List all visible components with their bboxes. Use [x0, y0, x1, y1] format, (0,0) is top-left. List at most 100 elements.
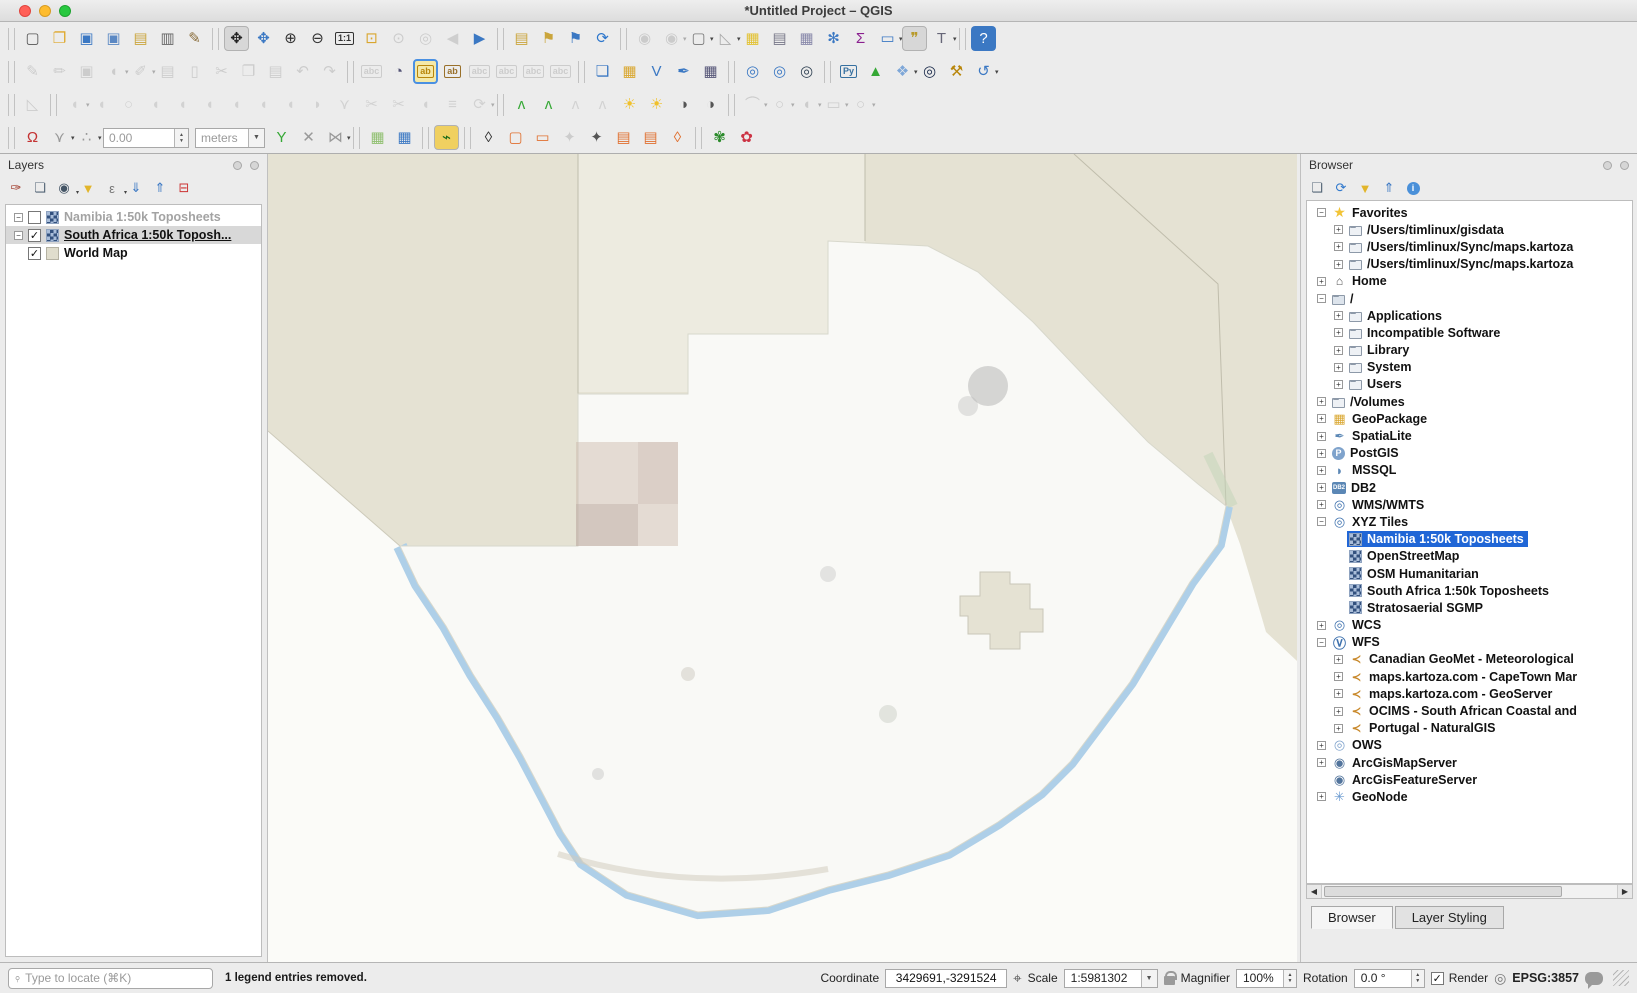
rotate-point-symbols-button[interactable]: ⟳▾ [467, 92, 492, 117]
map-tips-button[interactable]: ❞ [902, 26, 927, 51]
topological-editing-button[interactable]: ⋎▾ [47, 125, 72, 150]
undo-redo-panel-dropdown-arrow[interactable]: ▾ [995, 68, 1003, 76]
layer-visibility-checkbox[interactable] [28, 211, 41, 224]
change-label-button[interactable]: abc [548, 59, 573, 84]
virtual-layer-tools-button[interactable]: ❖▾ [890, 59, 915, 84]
zoom-window-button[interactable] [59, 5, 71, 17]
scroll-right-arrow[interactable]: ▶ [1617, 885, 1632, 898]
browser-item-home[interactable]: +Home [1307, 273, 1632, 290]
browser-item-stratosaerial-sgmp[interactable]: Stratosaerial SGMP [1307, 599, 1632, 616]
show-layout-manager-button[interactable]: ▥ [155, 26, 180, 51]
statistical-summary-button[interactable]: Σ [848, 26, 873, 51]
draw-regular-polygon-button[interactable]: ○▾ [848, 92, 873, 117]
browser-item-users-timlinux-sync-maps-kartoza[interactable]: +/Users/timlinux/Sync/maps.kartoza [1307, 256, 1632, 273]
merge-features-button[interactable]: ✂ [386, 92, 411, 117]
bug-plugin-button[interactable]: ✿ [734, 125, 759, 150]
full-stretch-gray-button[interactable]: ʌ [590, 92, 615, 117]
layer-item-south-africa-1-50k-toposh[interactable]: −✓South Africa 1:50k Toposh... [6, 226, 261, 244]
scale-tool-button[interactable]: ◺ [20, 92, 45, 117]
expander[interactable]: + [1334, 707, 1343, 716]
scroll-left-arrow[interactable]: ◀ [1307, 885, 1322, 898]
expander[interactable]: − [1317, 208, 1326, 217]
locate-input[interactable] [25, 971, 185, 985]
browser-item-namibia-1-50k-toposheets[interactable]: Namibia 1:50k Toposheets [1307, 531, 1632, 548]
new-virtual-layer-button[interactable]: ▦ [698, 59, 723, 84]
browser-item-geopackage[interactable]: +GeoPackage [1307, 410, 1632, 427]
python-console-button[interactable]: Py [836, 59, 861, 84]
rotation-field[interactable]: 0.0 ° ▲▼ [1354, 969, 1425, 988]
pan-to-selection-button[interactable]: ✥ [251, 26, 276, 51]
run-feature-action-button[interactable]: ◉▾ [659, 26, 684, 51]
delete-part-button[interactable]: ◖ [251, 92, 276, 117]
expander[interactable]: + [1317, 621, 1326, 630]
layout-extent-button[interactable]: ▭ [530, 125, 555, 150]
expander[interactable]: + [1334, 260, 1343, 269]
render-checkbox[interactable]: ✓ [1431, 972, 1444, 985]
layers-panel-close-button[interactable] [250, 161, 259, 170]
draw-rectangle-button[interactable]: ▭▾ [821, 92, 846, 117]
browser-item-volumes[interactable]: +/Volumes [1307, 393, 1632, 410]
browser-item-ocims-south-african-coastal-and[interactable]: +OCIMS - South African Coastal and [1307, 702, 1632, 719]
lock-scale-icon[interactable] [1164, 976, 1175, 985]
select-by-value-button[interactable]: ▦ [740, 26, 765, 51]
browser-item-library[interactable]: +Library [1307, 342, 1632, 359]
browser-item-arcgismapserver[interactable]: +ArcGisMapServer [1307, 754, 1632, 771]
undo-redo-panel-button[interactable]: ↺▾ [971, 59, 996, 84]
highlight-pinned-labels-button[interactable]: abc [467, 59, 492, 84]
browser-item-south-africa-1-50k-toposheets[interactable]: South Africa 1:50k Toposheets [1307, 582, 1632, 599]
pin-unpin-labels-button[interactable]: abc [494, 59, 519, 84]
add-part-button[interactable]: ◖ [170, 92, 195, 117]
circular-string-button[interactable]: ⌒▾ [740, 92, 765, 117]
web-globe-button[interactable]: ◎ [917, 59, 942, 84]
wand-primary-button[interactable]: ✦ [584, 125, 609, 150]
browser-panel-close-button[interactable] [1620, 161, 1629, 170]
map-canvas[interactable] [268, 154, 1297, 962]
wand-secondary-button[interactable]: ✦ [557, 125, 582, 150]
statistics-abacus-button[interactable]: ▦ [794, 26, 819, 51]
add-wcs-layer-button[interactable]: ◎ [767, 59, 792, 84]
manage-map-themes-button[interactable]: ◉▾ [54, 178, 74, 198]
crs-indicator[interactable]: EPSG:3857 [1512, 971, 1579, 985]
leaf-plugin-button[interactable]: ✾ [707, 125, 732, 150]
enable-tracing-button[interactable]: Y [269, 125, 294, 150]
browser-item-mssql[interactable]: +MSSQL [1307, 462, 1632, 479]
measure-line-button[interactable]: ▭▾ [875, 26, 900, 51]
diagram-options-button[interactable]: ◔ [386, 59, 411, 84]
rotate-point-symbols-dropdown-arrow[interactable]: ▾ [491, 101, 499, 109]
properties-info-button[interactable]: i [1403, 178, 1423, 198]
vertex-align-button[interactable]: ≡ [440, 92, 465, 117]
pan-map-button[interactable]: ✥ [224, 26, 249, 51]
rotation-spinner[interactable]: ▲▼ [1411, 970, 1424, 987]
collapse-all-button[interactable]: ⇑ [150, 178, 170, 198]
digitize-with-segment-button[interactable]: ◖▾ [101, 59, 126, 84]
expander[interactable]: + [1334, 328, 1343, 337]
zoom-to-layer-button[interactable]: ◎ [413, 26, 438, 51]
zoom-next-button[interactable]: ▶ [467, 26, 492, 51]
increase-brightness-button[interactable]: ☀ [617, 92, 642, 117]
zoom-full-button[interactable]: ⊡ [359, 26, 384, 51]
move-feature-button[interactable]: ◖▾ [62, 92, 87, 117]
undo-button[interactable]: ↶ [290, 59, 315, 84]
expander[interactable]: + [1317, 277, 1326, 286]
deselect-features-button[interactable]: ◺▾ [713, 26, 738, 51]
nib-tool-button[interactable]: ◊ [476, 125, 501, 150]
snap-intersection-button[interactable]: ⋈▾ [323, 125, 348, 150]
show-bookmark-manager-button[interactable]: ⚑ [563, 26, 588, 51]
toggle-extents-icon[interactable]: ⌖ [1013, 970, 1021, 987]
browser-item-users-timlinux-sync-maps-kartoza[interactable]: +/Users/timlinux/Sync/maps.kartoza [1307, 238, 1632, 255]
save-layer-edits-button[interactable]: ▣ [74, 59, 99, 84]
metasearch-button[interactable]: ◎ [794, 59, 819, 84]
decrease-contrast-button[interactable]: ◑ [698, 92, 723, 117]
add-ring-button[interactable]: ◖ [143, 92, 168, 117]
locate-search[interactable]: ⌕ [8, 968, 213, 989]
increase-contrast-button[interactable]: ◑ [671, 92, 696, 117]
browser-item-postgis[interactable]: +PostGIS [1307, 445, 1632, 462]
rotate-label-button[interactable]: abc [521, 59, 546, 84]
resize-grip[interactable] [1613, 970, 1629, 986]
show-spatial-bookmarks-button[interactable]: ⚑ [536, 26, 561, 51]
tab-browser[interactable]: Browser [1311, 906, 1393, 929]
copy-features-button[interactable]: ❐ [236, 59, 261, 84]
georeferencer-map-button[interactable]: ▦ [365, 125, 390, 150]
browser-item-system[interactable]: +System [1307, 359, 1632, 376]
current-edits-button[interactable]: ✎ [20, 59, 45, 84]
